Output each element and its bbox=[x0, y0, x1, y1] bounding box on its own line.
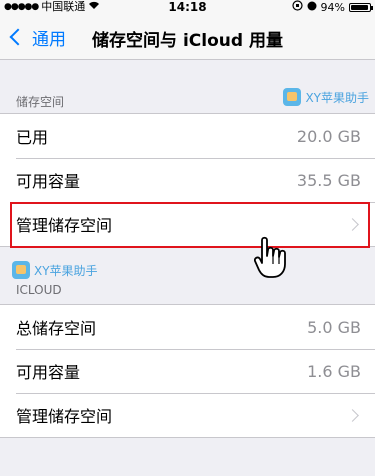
battery-percent: 94% bbox=[320, 0, 345, 14]
row-label: 管理储存空间 bbox=[16, 407, 113, 426]
watermark-logo-icon bbox=[283, 88, 302, 106]
rotation-lock-icon bbox=[291, 0, 303, 15]
watermark-label: XY苹果助手 bbox=[305, 90, 369, 105]
storage-used-row: 已用 20.0 GB bbox=[0, 114, 375, 158]
row-value: 20.0 GB bbox=[296, 126, 361, 146]
icloud-section-header: XY苹果助手 ICLOUD bbox=[0, 259, 375, 297]
icloud-total-row: 总储存空间 5.0 GB bbox=[0, 305, 375, 349]
row-label: 总储存空间 bbox=[16, 319, 97, 338]
alarm-icon bbox=[307, 1, 317, 15]
row-label: 已用 bbox=[16, 128, 49, 147]
storage-group: 已用 20.0 GB 可用容量 35.5 GB 管理储存空间 bbox=[0, 113, 375, 247]
battery-icon bbox=[349, 3, 373, 12]
page-title: 储存空间与 iCloud 用量 bbox=[92, 31, 283, 51]
watermark: XY苹果助手 bbox=[283, 88, 369, 106]
status-bar: ●●●●● 中国联通 14:18 94% bbox=[0, 0, 375, 14]
row-value: 5.0 GB bbox=[307, 317, 361, 337]
row-value: 1.6 GB bbox=[307, 361, 361, 381]
icloud-manage-storage-row[interactable]: 管理储存空间 bbox=[0, 393, 375, 437]
storage-section-header: 储存空间 XY苹果助手 bbox=[0, 88, 375, 112]
icloud-header-label: ICLOUD bbox=[16, 283, 62, 297]
icloud-available-row: 可用容量 1.6 GB bbox=[0, 349, 375, 393]
status-right: 94% bbox=[291, 0, 373, 15]
pointing-hand-icon bbox=[253, 236, 300, 280]
chevron-right-icon bbox=[346, 408, 359, 422]
row-label: 可用容量 bbox=[16, 363, 81, 382]
navigation-bar: 通用 储存空间与 iCloud 用量 bbox=[0, 14, 375, 60]
icloud-group: 总储存空间 5.0 GB 可用容量 1.6 GB 管理储存空间 bbox=[0, 304, 375, 438]
row-label: 可用容量 bbox=[16, 172, 81, 191]
manage-storage-row[interactable]: 管理储存空间 bbox=[0, 202, 375, 246]
watermark-label: XY苹果助手 bbox=[34, 263, 98, 278]
row-label: 管理储存空间 bbox=[16, 216, 113, 235]
row-value: 35.5 GB bbox=[296, 170, 361, 190]
chevron-right-icon bbox=[346, 217, 359, 231]
watermark-logo-icon bbox=[12, 261, 30, 279]
storage-available-row: 可用容量 35.5 GB bbox=[0, 158, 375, 202]
watermark: XY苹果助手 bbox=[12, 261, 98, 279]
